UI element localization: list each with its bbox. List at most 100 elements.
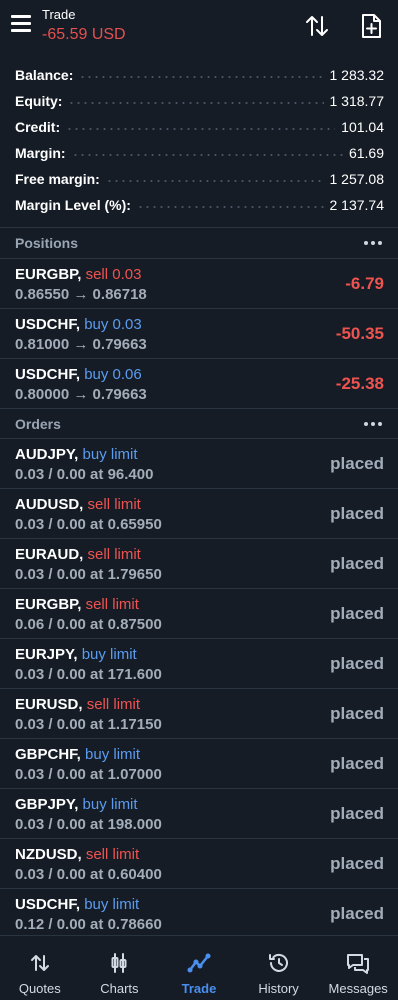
- summary-value: 1 318.77: [329, 93, 385, 109]
- position-profit: -50.35: [335, 324, 384, 343]
- order-details: 0.03 / 0.00 at 198.000: [15, 816, 162, 833]
- order-details: 0.03 / 0.00 at 0.60400: [15, 866, 162, 883]
- summary-label: Margin:: [15, 145, 66, 161]
- dotted-leader: [66, 128, 336, 130]
- history-icon: [268, 953, 288, 972]
- position-profit: -6.79: [345, 274, 384, 293]
- order-row[interactable]: NZDUSD, sell limit 0.03 / 0.00 at 0.60400…: [0, 838, 398, 888]
- order-symbol: EURUSD,: [15, 696, 83, 713]
- order-details: 0.12 / 0.00 at 0.78660: [15, 916, 162, 933]
- nav-charts[interactable]: Charts: [80, 936, 160, 1000]
- order-status: placed: [330, 454, 384, 473]
- nav-quotes[interactable]: Quotes: [0, 936, 80, 1000]
- nav-label: Charts: [100, 981, 139, 996]
- summary-value: 101.04: [341, 119, 384, 135]
- account-summary: Balance: 1 283.32 Equity: 1 318.77 Credit: 10…: [0, 62, 398, 218]
- position-row[interactable]: USDCHF, buy 0.03 0.81000 → 0.79663 -50.35: [0, 308, 398, 358]
- order-status: placed: [330, 904, 384, 923]
- more-icon[interactable]: [364, 241, 382, 245]
- position-prices: 0.81000 → 0.79663: [15, 336, 147, 353]
- nav-label: Trade: [181, 981, 217, 996]
- positions-list: EURGBP, sell 0.03 0.86550 → 0.86718 -6.79 U…: [0, 258, 398, 408]
- order-row[interactable]: EURUSD, sell limit 0.03 / 0.00 at 1.17150…: [0, 688, 398, 738]
- order-row[interactable]: GBPCHF, buy limit 0.03 / 0.00 at 1.07000 p…: [0, 738, 398, 788]
- total-profit: -65.59 USD: [42, 26, 126, 43]
- order-row[interactable]: USDCHF, buy limit 0.12 / 0.00 at 0.78660 p…: [0, 888, 398, 938]
- dotted-leader: [79, 76, 324, 78]
- order-details: 0.03 / 0.00 at 0.65950: [15, 516, 162, 533]
- nav-history[interactable]: History: [239, 936, 319, 1000]
- summary-value: 1 283.32: [329, 67, 385, 83]
- nav-label: History: [258, 981, 299, 996]
- order-status: placed: [330, 604, 384, 623]
- order-row[interactable]: EURGBP, sell limit 0.06 / 0.00 at 0.87500…: [0, 588, 398, 638]
- new-order-icon[interactable]: [357, 12, 385, 40]
- order-details: 0.03 / 0.00 at 1.79650: [15, 566, 162, 583]
- position-symbol: EURGBP,: [15, 266, 82, 283]
- position-side: buy 0.03: [84, 316, 142, 333]
- order-side: buy limit: [84, 896, 140, 913]
- trade-lists: Positions EURGBP, sell 0.03 0.86550 → 0.8…: [0, 227, 398, 938]
- positions-header: Positions: [0, 228, 398, 258]
- order-status: placed: [330, 854, 384, 873]
- page-title: Trade: [42, 7, 76, 22]
- orders-header-row: Orders: [0, 408, 398, 438]
- order-row[interactable]: AUDJPY, buy limit 0.03 / 0.00 at 96.400 pl…: [0, 438, 398, 488]
- dotted-leader: [136, 206, 324, 208]
- dotted-leader: [105, 180, 324, 182]
- order-symbol: USDCHF,: [15, 896, 81, 913]
- more-icon[interactable]: [364, 422, 382, 426]
- order-side: sell limit: [85, 596, 139, 613]
- position-row[interactable]: USDCHF, buy 0.06 0.80000 → 0.79663 -25.38: [0, 358, 398, 408]
- position-symbol: USDCHF,: [15, 366, 81, 383]
- order-symbol: GBPCHF,: [15, 746, 81, 763]
- summary-row: Credit: 101.04: [0, 114, 398, 140]
- position-prices: 0.80000 → 0.79663: [15, 386, 147, 403]
- nav-label: Quotes: [18, 981, 61, 996]
- nav-trade[interactable]: Trade: [159, 936, 239, 1000]
- order-details: 0.03 / 0.00 at 171.600: [15, 666, 162, 683]
- summary-value: 2 137.74: [329, 197, 385, 213]
- summary-row: Balance: 1 283.32: [0, 62, 398, 88]
- dotted-leader: [71, 154, 343, 156]
- order-side: buy limit: [81, 646, 137, 663]
- summary-label: Free margin:: [15, 171, 100, 187]
- order-details: 0.03 / 0.00 at 1.17150: [15, 716, 162, 733]
- order-side: buy limit: [82, 446, 138, 463]
- summary-row: Margin Level (%): 2 137.74: [0, 192, 398, 218]
- messages-icon: [347, 954, 370, 974]
- nav-messages[interactable]: Messages: [318, 936, 398, 1000]
- bottom-nav: Quotes Charts Trade History Messages: [0, 935, 398, 1000]
- order-status: placed: [330, 804, 384, 823]
- orders-title: Orders: [15, 416, 61, 432]
- position-symbol: USDCHF,: [15, 316, 81, 333]
- order-details: 0.03 / 0.00 at 1.07000: [15, 766, 162, 783]
- quotes-icon: [30, 955, 49, 971]
- order-status: placed: [330, 704, 384, 723]
- order-side: sell limit: [87, 496, 141, 513]
- summary-row: Equity: 1 318.77: [0, 88, 398, 114]
- summary-row: Free margin: 1 257.08: [0, 166, 398, 192]
- sort-icon[interactable]: [303, 12, 331, 40]
- order-details: 0.06 / 0.00 at 0.87500: [15, 616, 162, 633]
- summary-value: 61.69: [348, 145, 384, 161]
- order-row[interactable]: GBPJPY, buy limit 0.03 / 0.00 at 198.000 p…: [0, 788, 398, 838]
- order-status: placed: [330, 754, 384, 773]
- order-symbol: AUDJPY,: [15, 446, 79, 463]
- dotted-leader: [68, 102, 324, 104]
- summary-value: 1 257.08: [329, 171, 385, 187]
- position-side: sell 0.03: [85, 266, 142, 283]
- summary-label: Margin Level (%):: [15, 197, 131, 213]
- order-row[interactable]: AUDUSD, sell limit 0.03 / 0.00 at 0.65950…: [0, 488, 398, 538]
- menu-icon[interactable]: [11, 15, 31, 33]
- summary-row: Margin: 61.69: [0, 140, 398, 166]
- order-row[interactable]: EURAUD, sell limit 0.03 / 0.00 at 1.79650…: [0, 538, 398, 588]
- order-row[interactable]: EURJPY, buy limit 0.03 / 0.00 at 171.600 p…: [0, 638, 398, 688]
- order-side: sell limit: [86, 696, 141, 713]
- summary-label: Balance:: [15, 67, 74, 83]
- order-status: placed: [330, 654, 384, 673]
- orders-header: Orders: [0, 409, 398, 439]
- order-status: placed: [330, 504, 384, 523]
- position-row[interactable]: EURGBP, sell 0.03 0.86550 → 0.86718 -6.79: [0, 258, 398, 308]
- trade-icon: [187, 953, 211, 973]
